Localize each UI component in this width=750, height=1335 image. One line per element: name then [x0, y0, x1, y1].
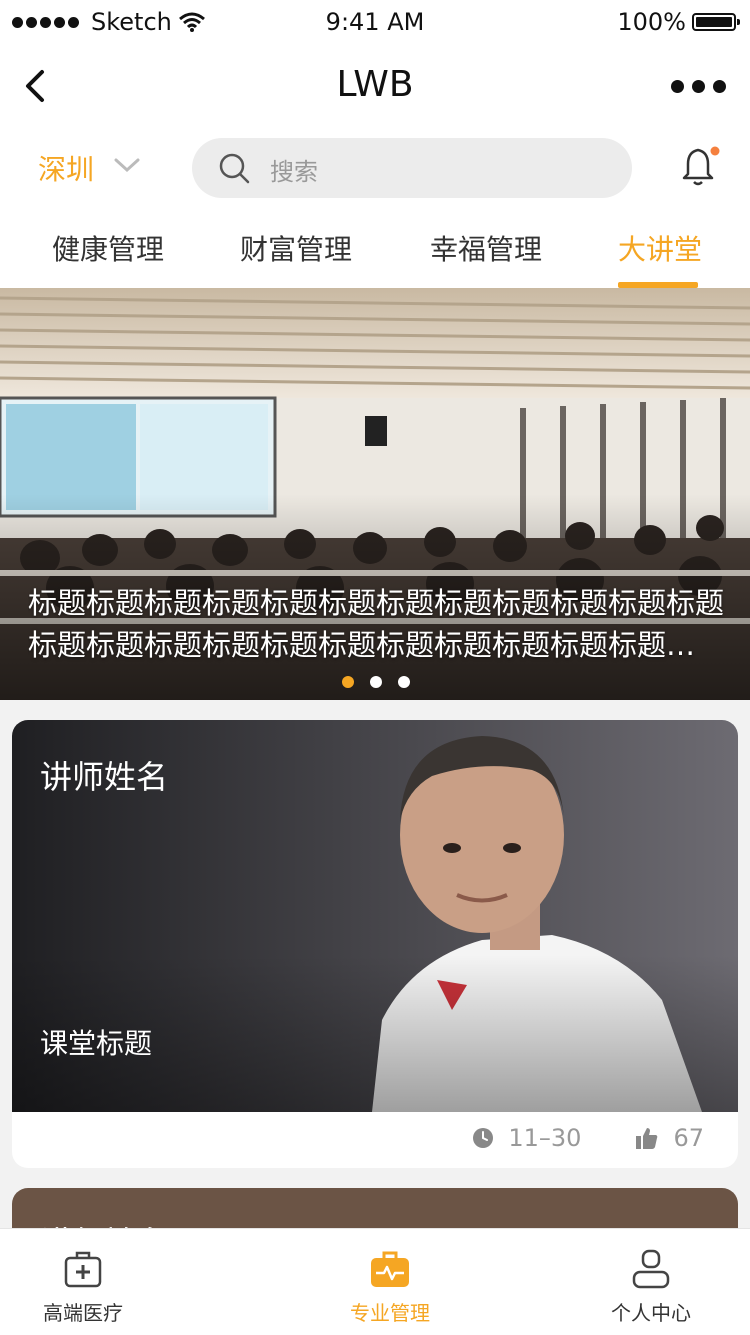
tab-happiness[interactable]: 幸福管理	[430, 228, 542, 268]
notification-bell-icon[interactable]	[680, 144, 720, 188]
medical-kit-icon	[64, 1251, 102, 1288]
banner-caption: 标题标题标题标题标题标题标题标题标题标题标题标题标题标题标题标题标题标题标题标题…	[28, 586, 725, 662]
tab-label: 高端医疗	[43, 1301, 123, 1325]
course-date: 11–30	[508, 1124, 582, 1152]
page-dot	[398, 676, 410, 688]
lecture-card[interactable]: 讲师姓名 课堂标题 11–30 67	[12, 720, 738, 1168]
page-dot	[342, 676, 354, 688]
more-icon[interactable]	[671, 80, 726, 93]
battery-status: 100%	[617, 8, 740, 36]
search-icon	[219, 153, 250, 184]
navigation-bar: LWB	[0, 44, 750, 130]
search-input[interactable]: 搜索	[192, 138, 632, 198]
teacher-name: 讲师姓名	[40, 758, 169, 796]
card-meta: 11–30 67	[472, 1124, 704, 1152]
status-bar: Sketch 9:41 AM 100%	[0, 0, 750, 44]
city-selector[interactable]: 深圳	[38, 148, 94, 188]
category-tabs: 健康管理 财富管理 幸福管理 大讲堂	[0, 210, 750, 288]
bottom-tab-bar: 高端医疗 专业管理 个人中心	[0, 1228, 750, 1335]
banner-pagination	[342, 676, 410, 688]
course-title: 课堂标题	[40, 1027, 153, 1060]
tab-profile[interactable]: 个人中心	[526, 1229, 750, 1335]
like-count: 67	[673, 1124, 704, 1152]
chevron-down-icon[interactable]	[112, 150, 142, 180]
battery-icon	[692, 13, 740, 31]
clock-icon	[473, 1128, 494, 1148]
page-title: LWB	[336, 64, 414, 105]
banner-carousel[interactable]: 标题标题标题标题标题标题标题标题标题标题标题标题标题标题标题标题标题标题标题标题…	[0, 288, 750, 700]
tab-health[interactable]: 健康管理	[52, 228, 164, 268]
tab-wealth[interactable]: 财富管理	[240, 228, 352, 268]
tab-lecture[interactable]: 大讲堂	[618, 228, 702, 268]
tab-medical[interactable]: 高端医疗	[0, 1229, 208, 1335]
search-row: 深圳 搜索	[0, 130, 750, 210]
tab-professional[interactable]: 专业管理	[265, 1229, 515, 1335]
page-dot	[370, 676, 382, 688]
tab-label: 专业管理	[350, 1301, 430, 1325]
search-placeholder: 搜索	[270, 158, 318, 186]
tab-label: 个人中心	[611, 1301, 691, 1325]
thumbs-up-icon[interactable]	[635, 1126, 659, 1150]
briefcase-pulse-icon	[371, 1251, 409, 1287]
battery-percent: 100%	[617, 8, 686, 36]
user-icon	[632, 1249, 670, 1289]
